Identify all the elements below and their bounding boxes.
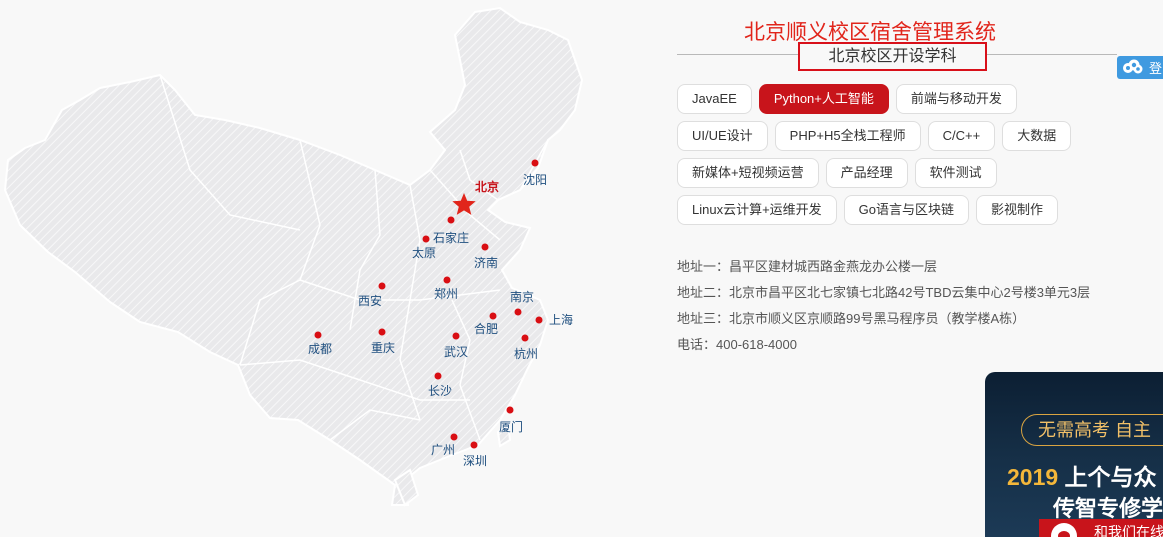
banner-contact-strip[interactable]: 和我们在线: [1039, 519, 1163, 537]
subject-tag-frontend-mobile[interactable]: 前端与移动开发: [895, 84, 1017, 114]
subject-tags: JavaEE Python+人工智能 前端与移动开发 UI/UE设计 PHP+H…: [677, 84, 1117, 232]
subject-tag-c-cpp[interactable]: C/C++: [927, 121, 996, 151]
address-line-2: 地址二：北京市昌平区北七家镇七北路42号TBD云集中心2号楼3单元3层: [677, 285, 1091, 300]
subject-tag-ui-ue[interactable]: UI/UE设计: [677, 121, 768, 151]
svg-text:济南: 济南: [474, 255, 498, 270]
svg-text:南京: 南京: [510, 289, 534, 304]
address-line-1: 地址一：昌平区建材城西路金燕龙办公楼一层: [677, 259, 938, 274]
subject-tag-bigdata[interactable]: 大数据: [1002, 121, 1072, 151]
svg-text:成都: 成都: [308, 342, 332, 356]
side-widget-text: 登: [1149, 61, 1163, 76]
tag-row: JavaEE Python+人工智能 前端与移动开发: [677, 84, 1117, 114]
subject-tag-new-media[interactable]: 新媒体+短视频运营: [677, 158, 819, 188]
subject-tag-javaee[interactable]: JavaEE: [677, 84, 752, 114]
address-line-3: 地址三：北京市顺义区京顺路99号黑马程序员（教学楼A栋）: [677, 311, 1026, 326]
svg-text:重庆: 重庆: [371, 341, 395, 355]
banner-year: 2019: [1007, 464, 1059, 490]
banner-headline-rest: 上个与众: [1058, 464, 1157, 490]
subject-tag-product-manager[interactable]: 产品经理: [825, 158, 908, 188]
svg-text:武汉: 武汉: [444, 345, 468, 359]
phone-line: 电话：400-618-4000: [677, 337, 797, 352]
tag-row: Linux云计算+运维开发 Go语言与区块链 影视制作: [677, 195, 1117, 225]
chat-icon: [1051, 523, 1077, 537]
tag-row: 新媒体+短视频运营 产品经理 软件测试: [677, 158, 1117, 188]
svg-text:杭州: 杭州: [514, 346, 538, 361]
subject-tag-linux-cloud[interactable]: Linux云计算+运维开发: [677, 195, 837, 225]
svg-text:太原: 太原: [412, 245, 436, 260]
cloud-icon: [1123, 59, 1143, 74]
svg-text:上海: 上海: [549, 312, 573, 327]
svg-text:西安: 西安: [358, 293, 382, 308]
svg-text:广州: 广州: [431, 443, 455, 457]
side-login-widget[interactable]: 登: [1117, 56, 1163, 79]
china-map: 北京 沈阳 石家庄 太原 济南 郑州 西安 南京 上海 合肥 杭州 成都 重庆 …: [3, 6, 584, 507]
divider-left: [677, 54, 798, 55]
subject-tag-software-testing[interactable]: 软件测试: [914, 158, 997, 188]
subject-tag-go-blockchain[interactable]: Go语言与区块链: [843, 195, 970, 225]
city-label-beijing[interactable]: 北京: [475, 179, 499, 194]
svg-text:厦门: 厦门: [499, 419, 523, 434]
subject-tag-film-production[interactable]: 影视制作: [976, 195, 1059, 225]
banner-headline: 2019 上个与众: [1007, 458, 1157, 492]
svg-text:石家庄: 石家庄: [433, 230, 469, 245]
subject-tag-php-h5[interactable]: PHP+H5全栈工程师: [774, 121, 921, 151]
promo-banner[interactable]: 无需高考 自主 2019 上个与众 传智专修学 和我们在线: [985, 372, 1163, 537]
section-subtitle: 北京校区开设学科: [798, 42, 987, 71]
tag-row: UI/UE设计 PHP+H5全栈工程师 C/C++ 大数据: [677, 121, 1117, 151]
banner-pill: 无需高考 自主: [1021, 414, 1163, 446]
campus-info: 地址一：昌平区建材城西路金燕龙办公楼一层 地址二：北京市昌平区北七家镇七北路42…: [677, 254, 1117, 358]
svg-text:沈阳: 沈阳: [523, 172, 547, 187]
divider-right: [987, 54, 1117, 55]
svg-text:深圳: 深圳: [463, 454, 487, 468]
banner-strip-text: 和我们在线: [1094, 524, 1163, 537]
svg-text:郑州: 郑州: [434, 286, 458, 301]
svg-text:长沙: 长沙: [428, 384, 452, 398]
subject-tag-python-ai[interactable]: Python+人工智能: [758, 84, 889, 114]
svg-text:合肥: 合肥: [474, 321, 498, 336]
